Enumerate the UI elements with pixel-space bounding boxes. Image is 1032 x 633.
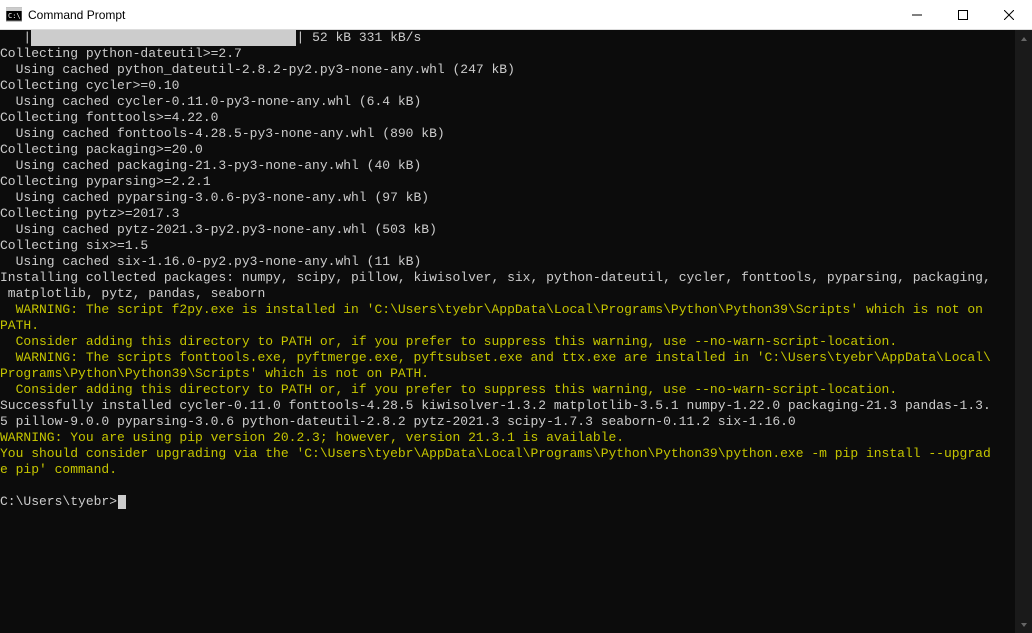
cursor [118, 495, 126, 509]
terminal-line: Collecting fonttools>=4.22.0 [0, 110, 1015, 126]
terminal-line: Consider adding this directory to PATH o… [0, 334, 1015, 350]
prompt-line[interactable]: C:\Users\tyebr> [0, 494, 1015, 510]
terminal-line: Programs\Python\Python39\Scripts' which … [0, 366, 1015, 382]
progress-line: | | 52 kB 331 kB/s [0, 30, 1015, 46]
terminal-line: Collecting packaging>=20.0 [0, 142, 1015, 158]
terminal-line: Installing collected packages: numpy, sc… [0, 270, 1015, 286]
scroll-up-button[interactable] [1015, 30, 1032, 47]
terminal-line: Using cached pytz-2021.3-py2.py3-none-an… [0, 222, 1015, 238]
terminal-line: Collecting python-dateutil>=2.7 [0, 46, 1015, 62]
terminal-line: WARNING: The script f2py.exe is installe… [0, 302, 1015, 318]
terminal-line: PATH. [0, 318, 1015, 334]
cmd-icon: C:\ [6, 7, 22, 23]
maximize-button[interactable] [940, 0, 986, 29]
scroll-down-button[interactable] [1015, 616, 1032, 633]
vertical-scrollbar[interactable] [1015, 30, 1032, 633]
terminal-container: | | 52 kB 331 kB/sCollecting python-date… [0, 30, 1032, 633]
terminal-output[interactable]: | | 52 kB 331 kB/sCollecting python-date… [0, 30, 1015, 633]
terminal-line: e pip' command. [0, 462, 1015, 478]
window-controls [894, 0, 1032, 29]
terminal-line: 5 pillow-9.0.0 pyparsing-3.0.6 python-da… [0, 414, 1015, 430]
terminal-line: Successfully installed cycler-0.11.0 fon… [0, 398, 1015, 414]
terminal-line: WARNING: You are using pip version 20.2.… [0, 430, 1015, 446]
terminal-line: Collecting pyparsing>=2.2.1 [0, 174, 1015, 190]
terminal-line: Collecting six>=1.5 [0, 238, 1015, 254]
progress-trailing: | 52 kB 331 kB/s [296, 30, 421, 46]
terminal-line: Using cached python_dateutil-2.8.2-py2.p… [0, 62, 1015, 78]
terminal-line: WARNING: The scripts fonttools.exe, pyft… [0, 350, 1015, 366]
terminal-line: Collecting pytz>=2017.3 [0, 206, 1015, 222]
minimize-button[interactable] [894, 0, 940, 29]
terminal-line [0, 478, 1015, 494]
terminal-line: Using cached six-1.16.0-py2.py3-none-any… [0, 254, 1015, 270]
terminal-line: Using cached pyparsing-3.0.6-py3-none-an… [0, 190, 1015, 206]
svg-text:C:\: C:\ [8, 12, 21, 20]
terminal-line: Using cached fonttools-4.28.5-py3-none-a… [0, 126, 1015, 142]
terminal-line: Collecting cycler>=0.10 [0, 78, 1015, 94]
window-title-bar: C:\ Command Prompt [0, 0, 1032, 30]
terminal-line: Using cached packaging-21.3-py3-none-any… [0, 158, 1015, 174]
terminal-line: Consider adding this directory to PATH o… [0, 382, 1015, 398]
progress-bar-fill [31, 30, 296, 46]
progress-leading: | [0, 30, 31, 46]
prompt-text: C:\Users\tyebr> [0, 494, 117, 509]
terminal-line: Using cached cycler-0.11.0-py3-none-any.… [0, 94, 1015, 110]
window-title: Command Prompt [28, 8, 894, 22]
terminal-line: You should consider upgrading via the 'C… [0, 446, 1015, 462]
close-button[interactable] [986, 0, 1032, 29]
terminal-line: matplotlib, pytz, pandas, seaborn [0, 286, 1015, 302]
